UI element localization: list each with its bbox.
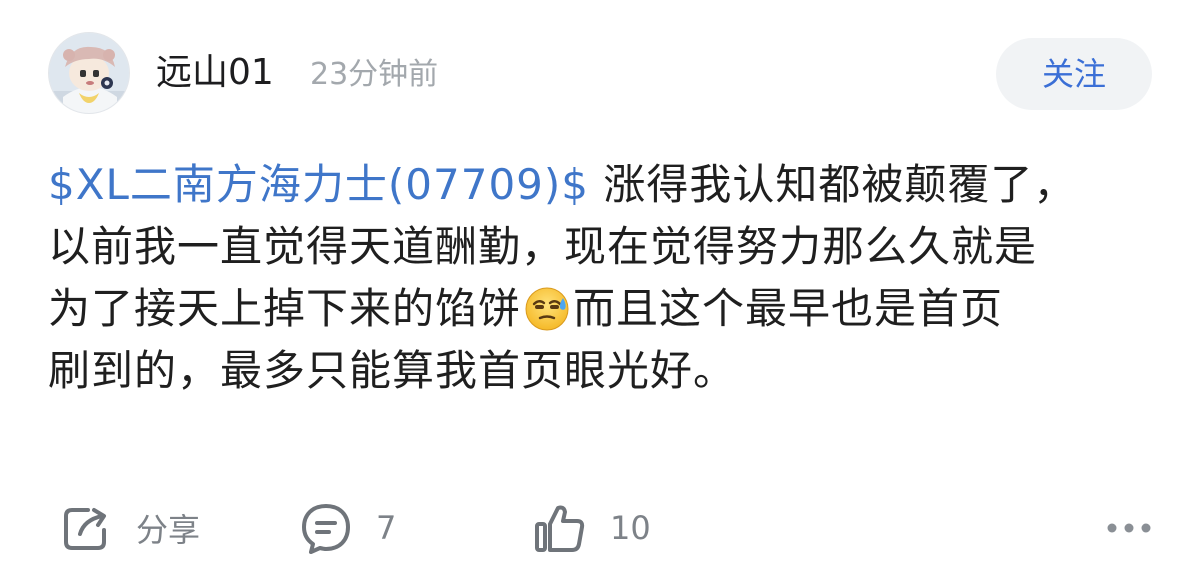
post-card: 远山01 23分钟前 关注 $XL二南方海力士(07709)$ 涨得我认知都被颠…: [0, 0, 1200, 569]
sweat-smile-icon: [525, 287, 569, 331]
content-line-2: 以前我一直觉得天道酬勤，现在觉得努力那么久就是: [48, 222, 1038, 271]
comment-icon: [302, 504, 350, 554]
content-text-3a: 为了接天上掉下来的馅饼: [48, 284, 522, 333]
share-icon: [64, 508, 106, 550]
content-text-1: 涨得我认知都被颠覆了，: [589, 160, 1077, 209]
share-label: 分享: [136, 511, 201, 549]
follow-button[interactable]: 关注: [996, 38, 1152, 110]
stock-tag-link[interactable]: $XL二南方海力士(07709)$: [48, 160, 589, 209]
more-icon: [1107, 523, 1151, 533]
like-button[interactable]: 10: [532, 496, 651, 560]
thumbs-up-icon: [535, 505, 585, 552]
comment-count: 7: [376, 509, 397, 547]
content-text-3b: 而且这个最早也是首页: [573, 284, 1004, 333]
post-time: 23分钟前: [310, 57, 439, 92]
more-button[interactable]: [1100, 496, 1152, 560]
post-header: 远山01 23分钟前 关注: [48, 32, 1152, 114]
avatar-image: [49, 33, 129, 113]
post-content: $XL二南方海力士(07709)$ 涨得我认知都被颠覆了， 以前我一直觉得天道酬…: [48, 154, 1158, 402]
action-bar: 分享 7 10: [48, 496, 1152, 560]
like-count: 10: [610, 509, 651, 547]
share-button[interactable]: 分享: [58, 496, 200, 560]
content-line-4: 刷到的，最多只能算我首页眼光好。: [48, 346, 737, 395]
avatar[interactable]: [48, 32, 130, 114]
comment-button[interactable]: 7: [298, 496, 396, 560]
content-line-3: 为了接天上掉下来的馅饼 而且这个最早也是首页: [48, 278, 1158, 340]
username[interactable]: 远山01: [156, 48, 274, 98]
content-line-1: $XL二南方海力士(07709)$ 涨得我认知都被颠覆了，: [48, 154, 1158, 216]
